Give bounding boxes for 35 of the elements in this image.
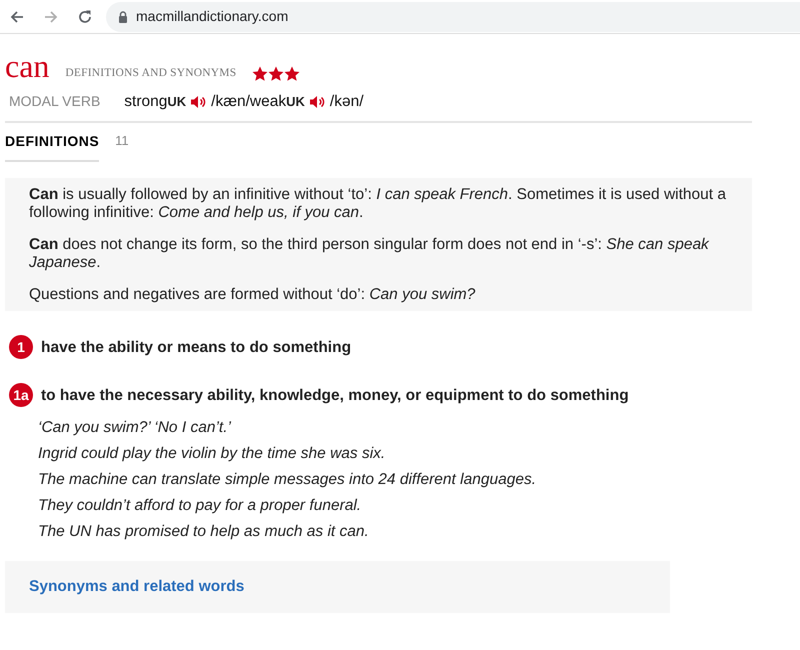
reload-icon [77, 8, 93, 24]
region-label: UK [167, 92, 186, 111]
sense-number: 1a [9, 383, 33, 408]
ipa-text: /kæn/ [211, 92, 250, 112]
definition-text: have the ability or means to do something [41, 338, 352, 358]
definitions-tab[interactable]: DEFINITIONS [5, 131, 100, 162]
headword: can [5, 50, 50, 82]
url-text: macmillandictionary.com [136, 7, 288, 26]
sense-number: 1 [9, 335, 33, 360]
ipa-text: /kən/ [330, 92, 364, 112]
forward-arrow-icon [43, 8, 59, 24]
subtitle: DEFINITIONS AND SYNONYMS [65, 66, 236, 81]
example-sentence: Ingrid could play the violin by the time she was six. [38, 444, 386, 464]
definition-text: to have the necessary ability, knowledge, money, or equipment to do something [41, 386, 629, 406]
speaker-icon[interactable] [308, 94, 326, 109]
region-label: UK [286, 92, 305, 111]
part-of-speech: MODAL VERB [9, 92, 100, 112]
back-arrow-icon [9, 8, 25, 24]
lock-icon [118, 10, 128, 22]
star-icon [284, 66, 300, 82]
star-icon [268, 66, 284, 82]
note-text: Can is usually followed by an infinitive without ‘to’: I can speak French. Sometimes it is used without a following infinitive: Come and help us, if you can. [29, 186, 728, 222]
example-sentence: They couldn’t afford to pay for a proper funeral. [38, 496, 362, 516]
synonyms-link[interactable]: Synonyms and related words [29, 578, 244, 596]
example-sentence: The UN has promised to help as much as it can. [38, 522, 370, 542]
address-bar[interactable]: macmillandictionary.com [106, 2, 800, 32]
example-sentence: ‘Can you swim?’ ‘No I can’t.’ [38, 418, 232, 438]
pronunciation-label: weak [250, 92, 286, 112]
example-sentence: The machine can translate simple messages into 24 different languages. [38, 470, 538, 490]
note-text: Questions and negatives are formed without ‘do’: Can you swim? [29, 286, 476, 304]
note-text: Can does not change its form, so the third person singular form does not end in ‘-s’: She can speak Japanese. [29, 236, 710, 272]
star-icon [252, 66, 268, 82]
pronunciation-label: strong [124, 92, 168, 112]
count-label: 11 [115, 132, 129, 150]
speaker-icon[interactable] [190, 94, 208, 109]
